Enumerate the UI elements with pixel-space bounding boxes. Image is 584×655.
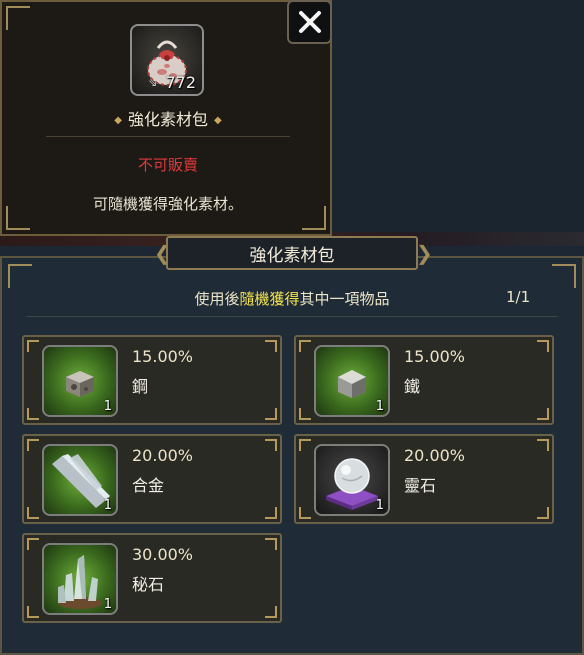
reward-name: 秘石 — [132, 575, 165, 594]
drop-rate: 20.00% — [132, 446, 194, 465]
hint-highlight: 隨機獲得 — [239, 290, 300, 308]
item-name-row: ◆ 強化素材包 ◆ — [2, 106, 334, 130]
package-title-text: 強化素材包 — [249, 245, 335, 266]
reward-qty: 1 — [375, 399, 384, 414]
reward-card[interactable]: 1 30.00% 秘石 — [22, 533, 282, 623]
reward-name: 合金 — [132, 476, 165, 495]
item-count: 772 — [165, 73, 196, 92]
frame-corner — [8, 264, 32, 288]
reward-slot[interactable]: 1 — [314, 444, 390, 516]
item-tooltip: ⇘ 772 ◆ 強化素材包 ◆ 不可販賣 可隨機獲得強化素材。 — [0, 0, 332, 236]
drop-rate: 15.00% — [132, 347, 194, 366]
divider — [46, 136, 290, 137]
reward-card[interactable]: 1 20.00% 合金 — [22, 434, 282, 524]
close-icon — [298, 11, 321, 33]
drop-rate: 30.00% — [132, 545, 194, 564]
drop-rate: 20.00% — [404, 446, 466, 465]
reward-slot[interactable]: 1 — [314, 345, 390, 417]
reward-name: 鐵 — [404, 377, 421, 396]
item-name: 強化素材包 — [127, 110, 208, 129]
reward-card[interactable]: 1 20.00% 靈石 — [294, 434, 554, 524]
reward-qty: 1 — [103, 498, 112, 513]
stack-arrow-icon: ⇘ — [148, 76, 158, 89]
frame-corner — [6, 6, 30, 30]
package-title: 強化素材包 — [166, 236, 418, 270]
reward-card[interactable]: 1 15.00% 鐵 — [294, 335, 554, 425]
reward-qty: 1 — [103, 597, 112, 612]
no-sell-label: 不可販賣 — [137, 156, 198, 174]
divider — [26, 316, 558, 317]
reward-name: 鋼 — [132, 377, 149, 396]
drop-rate: 15.00% — [404, 347, 466, 366]
background-scene — [332, 0, 584, 236]
reward-slot[interactable]: 1 — [42, 444, 118, 516]
frame-corner — [552, 264, 576, 288]
reward-card[interactable]: 1 15.00% 鋼 — [22, 335, 282, 425]
hint-prefix: 使用後 — [194, 290, 240, 308]
package-hint: 使用後隨機獲得其中一項物品 — [0, 288, 584, 309]
close-button[interactable] — [287, 0, 332, 44]
tab-ornament-icon: ❯ — [416, 241, 433, 265]
reward-qty: 1 — [103, 399, 112, 414]
item-description: 可隨機獲得強化素材。 — [92, 195, 243, 213]
diamond-icon: ◆ — [214, 115, 222, 126]
item-slot[interactable]: ⇘ 772 — [130, 24, 204, 96]
diamond-icon: ◆ — [114, 115, 122, 126]
reward-qty: 1 — [375, 498, 384, 513]
reward-slot[interactable]: 1 — [42, 345, 118, 417]
page-indicator: 1/1 — [506, 288, 531, 306]
hint-suffix: 其中一項物品 — [299, 290, 390, 308]
reward-name: 靈石 — [404, 476, 437, 495]
reward-slot[interactable]: 1 — [42, 543, 118, 615]
